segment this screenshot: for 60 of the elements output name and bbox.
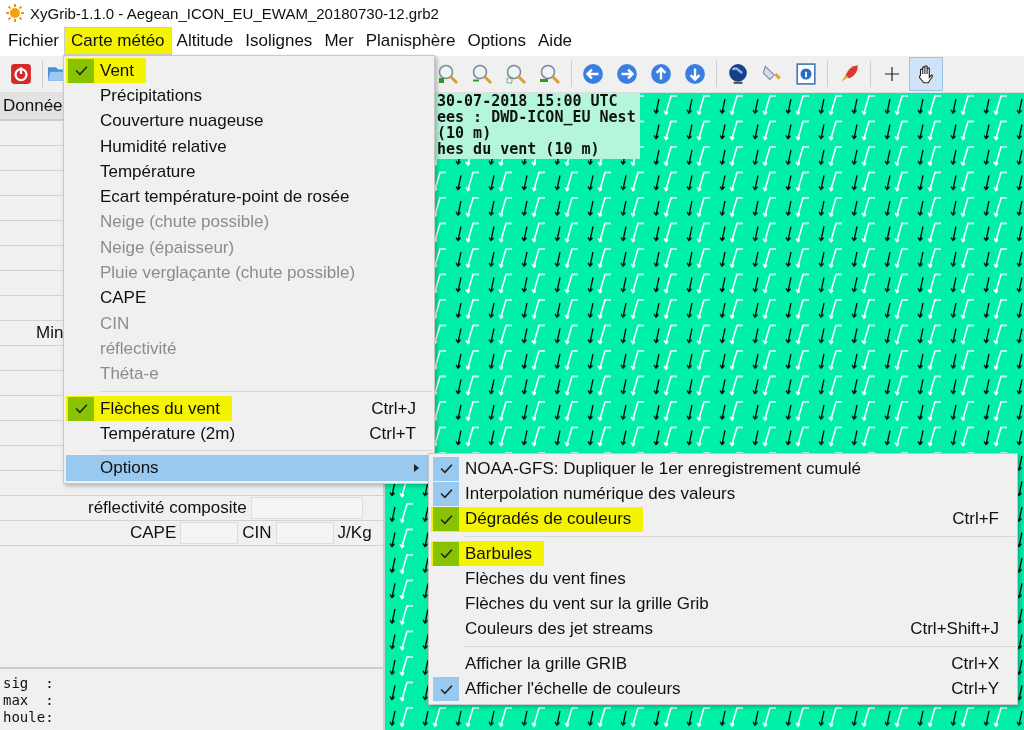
zoom-fit-icon — [505, 63, 527, 85]
menu-item[interactable]: Fichier — [2, 28, 65, 54]
menu-item[interactable]: Interpolation numérique des valeurs — [431, 481, 1015, 507]
zoom-out-icon — [471, 63, 493, 85]
window-title: XyGrib-1.1.0 - Aegean_ICON_EU_EWAM_20180730-12.grb2 — [30, 4, 439, 22]
menu-item[interactable]: Dégradés de couleurs Ctrl+F — [431, 506, 1015, 532]
zoom-actual-icon — [539, 63, 561, 85]
map-info-text: hes du vent (10 m) — [437, 141, 601, 157]
unit-label: J/Kg — [337, 523, 372, 543]
globe-icon — [727, 63, 749, 85]
menu-item[interactable]: Vent — [66, 58, 432, 84]
menu-item[interactable]: Afficher la grille GRIB Ctrl+X — [431, 651, 1015, 677]
menu-item[interactable]: Ecart température-point de rosée — [66, 184, 432, 210]
check-icon — [74, 403, 88, 414]
map-info-text: (10 m) — [437, 125, 492, 141]
menu-item[interactable]: Température — [66, 159, 432, 185]
menu-item[interactable]: Température (2m) Ctrl+T — [66, 421, 432, 447]
info-icon — [795, 63, 817, 85]
row-label: Min — [36, 323, 64, 343]
check-icon — [439, 488, 453, 500]
menu-item[interactable]: NOAA-GFS: Dupliquer le 1er enregistrement cumulé — [431, 456, 1015, 482]
wave-label: houle: — [3, 709, 55, 726]
folder-icon — [48, 67, 64, 81]
map-info-text: 30-07-2018 15:00 UTC — [437, 93, 619, 109]
sun-icon — [6, 4, 24, 22]
wave-label: sig : — [3, 675, 55, 692]
menu-item[interactable]: Mer — [318, 28, 360, 54]
crosshair-icon — [885, 67, 899, 81]
menu-item[interactable]: Flèches du vent fines — [431, 566, 1015, 592]
menu-item[interactable]: Altitude — [170, 28, 240, 54]
zoom-in-icon — [437, 63, 459, 85]
menu-item[interactable]: Barbules — [431, 540, 1015, 567]
check-icon — [439, 463, 453, 475]
row-label: CAPE — [130, 523, 177, 543]
menu-item[interactable]: Flèches du vent sur la grille Grib — [431, 591, 1015, 617]
check-icon — [439, 683, 453, 695]
map-info-text: ees : DWD-ICON_EU Nest — [437, 109, 636, 125]
row-label: réflectivité composite — [88, 498, 247, 518]
arrow-up-icon — [650, 63, 672, 85]
menu-item[interactable]: Isolignes — [239, 28, 319, 54]
power-icon — [10, 63, 32, 85]
arrow-right-icon — [616, 63, 638, 85]
check-icon — [439, 548, 453, 560]
toolbar-button[interactable] — [909, 57, 943, 91]
arrow-down-icon — [684, 63, 706, 85]
menu-item[interactable]: CAPE — [66, 285, 432, 311]
menu-item[interactable]: Couleurs des jet streams Ctrl+Shift+J — [431, 616, 1015, 643]
menu-item[interactable]: Aide — [532, 28, 579, 54]
submenu-arrow-icon — [414, 464, 420, 473]
menu-item[interactable]: Options — [461, 28, 533, 54]
menu-item[interactable]: Planisphère — [359, 28, 462, 54]
check-icon — [74, 65, 88, 77]
row-label: CIN — [242, 523, 272, 543]
wave-label: max : — [3, 692, 55, 709]
check-icon — [439, 513, 453, 525]
menu-item[interactable]: Carte météo — [65, 28, 171, 54]
menu-item[interactable]: Humidité relative — [66, 133, 432, 160]
arrow-left-icon — [582, 63, 604, 85]
menu-item[interactable]: Afficher l'échelle de couleurs Ctrl+Y — [431, 676, 1015, 702]
menu-item[interactable]: Flèches du vent Ctrl+J — [66, 395, 432, 422]
